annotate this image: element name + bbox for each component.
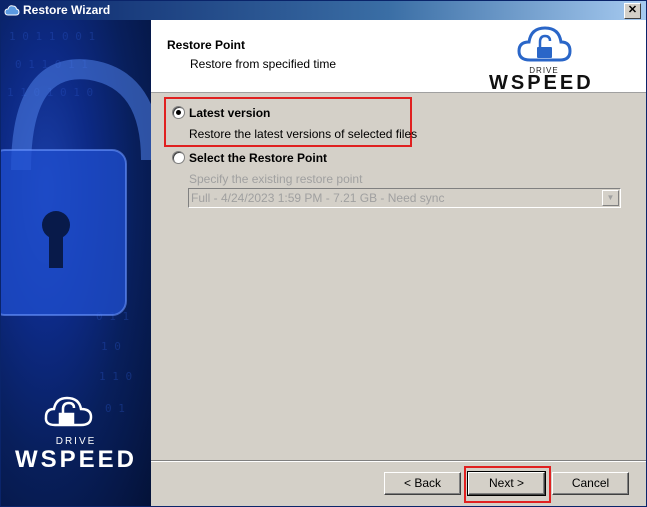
svg-text:1 1 0: 1 1 0 bbox=[99, 370, 132, 383]
drivewspeed-logo-icon bbox=[517, 26, 572, 62]
restore-point-label[interactable]: Select the Restore Point bbox=[189, 151, 327, 165]
svg-text:1 0 1 1 0 0 1: 1 0 1 1 0 0 1 bbox=[9, 30, 95, 43]
svg-text:1 0: 1 0 bbox=[101, 340, 121, 353]
svg-text:0 1: 0 1 bbox=[105, 402, 125, 415]
banner-lock-graphic: 1 0 1 1 0 0 1 0 1 1 0 1 1 1 1 0 1 0 1 0 … bbox=[1, 30, 151, 427]
wizard-header: Restore Point Restore from specified tim… bbox=[151, 20, 646, 94]
cloud-icon bbox=[4, 5, 20, 16]
page-title: Restore Point bbox=[167, 38, 246, 52]
page-subtitle: Restore from specified time bbox=[190, 57, 337, 71]
lock-cloud-icon bbox=[44, 396, 93, 427]
restore-point-select[interactable]: Full - 4/24/2023 1:59 PM - 7.21 GB - Nee… bbox=[188, 188, 621, 208]
footer-divider bbox=[151, 460, 646, 462]
latest-version-label[interactable]: Latest version bbox=[189, 106, 270, 120]
cancel-button[interactable]: Cancel bbox=[552, 472, 629, 495]
restore-point-radio[interactable] bbox=[172, 151, 185, 164]
options-panel: Latest version Restore the latest versio… bbox=[151, 93, 646, 463]
latest-version-radio[interactable] bbox=[172, 106, 185, 119]
restore-wizard-window: Restore Wizard ✕ 1 0 1 1 0 0 1 0 1 1 0 1… bbox=[0, 0, 647, 507]
latest-version-description: Restore the latest versions of selected … bbox=[189, 127, 418, 141]
restore-point-select-value: Full - 4/24/2023 1:59 PM - 7.21 GB - Nee… bbox=[191, 191, 445, 205]
banner-brand-wspeed: WSPEED bbox=[14, 446, 137, 473]
close-button[interactable]: ✕ bbox=[624, 3, 641, 19]
back-button[interactable]: < Back bbox=[384, 472, 461, 495]
side-banner: 1 0 1 1 0 0 1 0 1 1 0 1 1 1 1 0 1 0 1 0 … bbox=[1, 20, 151, 506]
chevron-down-icon[interactable]: ▼ bbox=[602, 190, 619, 206]
next-button[interactable]: Next > bbox=[467, 471, 546, 496]
logo-wspeed-text: WSPEED bbox=[489, 72, 594, 94]
title-bar[interactable]: Restore Wizard ✕ bbox=[1, 1, 646, 20]
restore-point-description: Specify the existing restore point bbox=[189, 172, 363, 186]
window-title: Restore Wizard bbox=[23, 3, 111, 17]
